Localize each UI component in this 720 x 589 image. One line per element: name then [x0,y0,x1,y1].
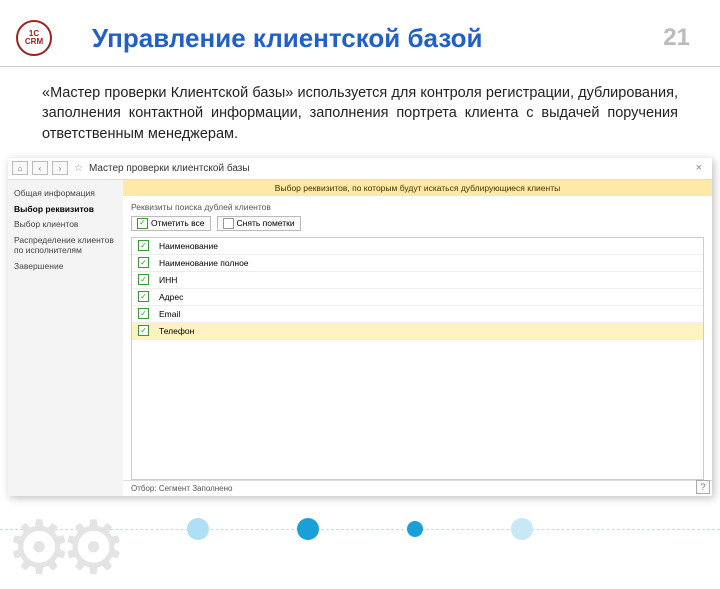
app-title: Мастер проверки клиентской базы [89,163,250,174]
crm-logo: 1C CRM [16,20,52,56]
section-label: Реквизиты поиска дублей клиентов [123,196,712,214]
dots-decoration [0,518,720,540]
forward-button[interactable]: › [52,161,68,175]
back-button[interactable]: ‹ [32,161,48,175]
grid-row[interactable]: ✓ Наименование [132,238,703,255]
app-toolbar: ⌂ ‹ › ☆ Мастер проверки клиентской базы … [8,158,712,180]
slide-header: 1C CRM Управление клиентской базой 21 [0,0,720,67]
chevron-right-icon: › [59,164,62,173]
close-icon: × [696,162,702,174]
sidebar-item-clients[interactable]: Выбор клиентов [14,217,117,233]
app-window: ⌂ ‹ › ☆ Мастер проверки клиентской базы … [8,158,712,496]
checkbox-icon[interactable]: ✓ [138,308,149,319]
action-row: ✓ Отметить все Снять пометки [123,214,712,237]
grid-row[interactable]: ✓ Телефон [132,323,703,340]
grid-row[interactable]: ✓ ИНН [132,272,703,289]
status-bar: Отбор: Сегмент Заполнено [123,480,712,496]
instruction-bar: Выбор реквизитов, по которым будут искат… [123,180,712,196]
help-icon: ? [700,482,705,492]
row-label: Адрес [159,292,183,302]
sidebar-item-finish[interactable]: Завершение [14,259,117,275]
uncheck-all-label: Снять пометки [237,218,295,228]
row-label: Email [159,309,180,319]
slide-title: Управление клиентской базой [52,23,663,54]
gear-decoration: ⚙⚙ [6,522,115,574]
sidebar-item-attributes[interactable]: Выбор реквизитов [14,202,117,218]
grid-row[interactable]: ✓ Наименование полное [132,255,703,272]
home-icon: ⌂ [18,164,23,173]
close-button[interactable]: × [690,162,708,174]
checkbox-icon[interactable]: ✓ [138,291,149,302]
sidebar-item-distribution[interactable]: Распределение клиентов по исполнителям [14,233,117,259]
empty-checkbox-icon [223,218,234,229]
grid-row[interactable]: ✓ Адрес [132,289,703,306]
row-label: Наименование полное [159,258,249,268]
row-label: Телефон [159,326,194,336]
uncheck-all-button[interactable]: Снять пометки [217,216,301,231]
check-all-label: Отметить все [151,218,205,228]
grid-row[interactable]: ✓ Email [132,306,703,323]
check-all-button[interactable]: ✓ Отметить все [131,216,211,231]
check-icon: ✓ [137,218,148,229]
checkbox-icon[interactable]: ✓ [138,325,149,336]
main-pane: Выбор реквизитов, по которым будут искат… [123,180,712,496]
attributes-grid: ✓ Наименование ✓ Наименование полное ✓ И… [131,237,704,480]
checkbox-icon[interactable]: ✓ [138,274,149,285]
row-label: Наименование [159,241,218,251]
dashed-line-decoration [0,529,720,530]
page-number: 21 [663,24,690,52]
help-button[interactable]: ? [696,480,710,494]
checkbox-icon[interactable]: ✓ [138,240,149,251]
home-button[interactable]: ⌂ [12,161,28,175]
chevron-left-icon: ‹ [39,164,42,173]
row-label: ИНН [159,275,177,285]
sidebar-item-general[interactable]: Общая информация [14,186,117,202]
checkbox-icon[interactable]: ✓ [138,257,149,268]
star-icon[interactable]: ☆ [74,163,83,174]
wizard-sidebar: Общая информация Выбор реквизитов Выбор … [8,180,123,496]
intro-paragraph: «Мастер проверки Клиентской базы» исполь… [0,67,720,154]
